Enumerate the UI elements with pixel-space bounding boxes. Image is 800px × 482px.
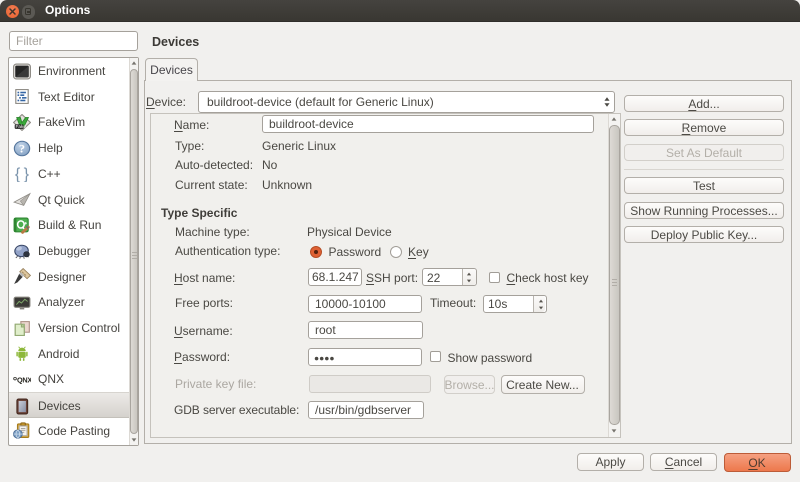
svg-text:QNX: QNX bbox=[17, 377, 31, 385]
svg-text:Fake: Fake bbox=[15, 124, 26, 129]
svg-text:{ }: { } bbox=[14, 166, 29, 182]
svg-text:?: ? bbox=[18, 142, 24, 156]
